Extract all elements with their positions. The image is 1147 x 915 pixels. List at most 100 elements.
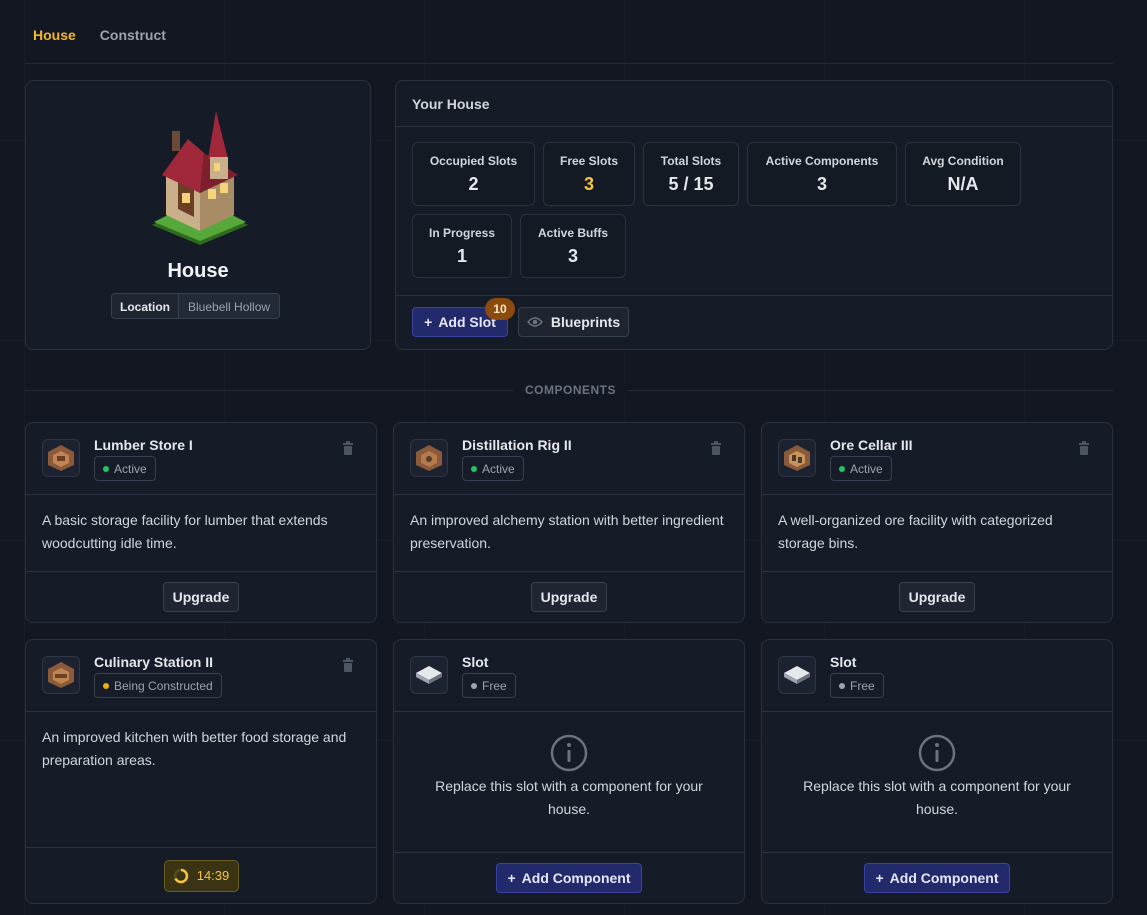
status-dot-icon	[839, 682, 845, 689]
status-dot-icon	[471, 465, 477, 472]
status-badge: Free	[462, 673, 516, 698]
status-text: Active	[114, 461, 147, 476]
spinner-icon	[173, 868, 188, 883]
upgrade-button[interactable]: Upgrade	[162, 582, 240, 612]
status-badge: Active	[830, 456, 892, 481]
add-component-button[interactable]: + Add Component	[864, 863, 1010, 893]
stat-label: Avg Condition	[922, 154, 1004, 168]
your-house-panel: Your House Occupied Slots 2 Free Slots 3…	[395, 80, 1113, 350]
tabs-divider	[25, 63, 1113, 64]
card-footer: + Add Component	[762, 852, 1112, 903]
trash-icon[interactable]	[342, 658, 354, 672]
plus-icon: +	[424, 314, 433, 330]
status-text: Active	[850, 461, 883, 476]
stat-label: Active Components	[765, 154, 879, 168]
component-thumbnail	[42, 656, 80, 694]
room-icon	[48, 445, 74, 471]
tab-construct[interactable]: Construct	[100, 27, 166, 43]
info-icon	[550, 734, 588, 772]
status-badge: Free	[830, 673, 884, 698]
plus-icon: +	[507, 870, 516, 886]
trash-icon[interactable]	[342, 441, 354, 455]
blueprints-button[interactable]: Blueprints	[518, 307, 629, 337]
stat-label: In Progress	[428, 226, 496, 240]
empty-slot-icon	[416, 666, 442, 684]
tab-house[interactable]: House	[33, 27, 76, 43]
component-card: Lumber Store I Active A basic storage fa…	[25, 422, 377, 623]
component-description: A basic storage facility for lumber that…	[42, 512, 328, 551]
house-illustration	[152, 111, 248, 245]
slot-title: Slot	[462, 654, 489, 670]
card-footer: Upgrade	[762, 571, 1112, 622]
slot-thumbnail	[778, 656, 816, 694]
card-header: Lumber Store I Active	[26, 423, 376, 495]
card-footer: Upgrade	[394, 571, 744, 622]
room-icon	[784, 445, 810, 471]
card-footer: + Add Component	[394, 852, 744, 903]
status-dot-icon	[839, 465, 845, 472]
component-title: Distillation Rig II	[462, 437, 572, 453]
card-header: Slot Free	[394, 640, 744, 712]
component-card: Distillation Rig II Active An improved a…	[393, 422, 745, 623]
stat-label: Total Slots	[660, 154, 722, 168]
status-text: Active	[482, 461, 515, 476]
panel-divider	[396, 295, 1112, 296]
component-title: Ore Cellar III	[830, 437, 913, 453]
slot-description: Replace this slot with a component for y…	[435, 778, 703, 817]
stat-free-slots: Free Slots 3	[543, 142, 635, 206]
stat-value: 3	[583, 174, 594, 194]
status-badge: Active	[462, 456, 524, 481]
add-component-label: Add Component	[889, 870, 999, 886]
component-description: An improved kitchen with better food sto…	[42, 729, 347, 768]
stat-active-components: Active Components 3	[747, 142, 897, 206]
upgrade-button[interactable]: Upgrade	[530, 582, 608, 612]
component-thumbnail	[410, 439, 448, 477]
stat-label: Free Slots	[559, 154, 619, 168]
status-dot-icon	[103, 682, 109, 689]
card-header: Distillation Rig II Active	[394, 423, 744, 495]
blueprints-label: Blueprints	[550, 314, 621, 330]
trash-icon[interactable]	[710, 441, 722, 455]
stat-value: N/A	[947, 174, 979, 194]
slot-card: Slot Free Replace this slot with a compo…	[393, 639, 745, 904]
panel-divider	[396, 126, 1112, 127]
add-component-label: Add Component	[521, 870, 631, 886]
status-badge: Active	[94, 456, 156, 481]
card-header: Ore Cellar III Active	[762, 423, 1112, 495]
location-label: Location	[112, 294, 179, 318]
status-text: Free	[850, 678, 875, 693]
component-title: Culinary Station II	[94, 654, 214, 670]
stat-avg-condition: Avg Condition N/A	[905, 142, 1021, 206]
component-card: Culinary Station II Being Constructed An…	[25, 639, 377, 904]
trash-icon[interactable]	[1078, 441, 1090, 455]
component-title: Lumber Store I	[94, 437, 193, 453]
status-text: Being Constructed	[114, 678, 213, 693]
location-value: Bluebell Hollow	[179, 294, 280, 318]
status-dot-icon	[103, 465, 109, 472]
stat-value: 1	[456, 246, 467, 266]
add-component-button[interactable]: + Add Component	[496, 863, 642, 893]
empty-slot-icon	[784, 666, 810, 684]
plus-icon: +	[875, 870, 884, 886]
stat-active-buffs: Active Buffs 3	[520, 214, 626, 278]
stat-value: 3	[567, 246, 578, 266]
card-footer: 14:39	[26, 847, 376, 903]
location-tag: Location Bluebell Hollow	[111, 293, 281, 319]
component-thumbnail	[778, 439, 816, 477]
eye-icon	[526, 317, 543, 327]
component-thumbnail	[42, 439, 80, 477]
stat-occupied-slots: Occupied Slots 2	[412, 142, 535, 206]
stat-label: Occupied Slots	[429, 154, 518, 168]
upgrade-button[interactable]: Upgrade	[898, 582, 976, 612]
stat-value: 5 / 15	[668, 174, 714, 194]
stat-total-slots: Total Slots 5 / 15	[643, 142, 739, 206]
slot-title: Slot	[830, 654, 857, 670]
slot-card: Slot Free Replace this slot with a compo…	[761, 639, 1113, 904]
top-tabs: House Construct	[33, 27, 166, 43]
stat-label: Active Buffs	[537, 226, 608, 240]
status-dot-icon	[471, 682, 477, 689]
stat-in-progress: In Progress 1	[412, 214, 512, 278]
status-badge: Being Constructed	[94, 673, 222, 698]
component-card: Ore Cellar III Active A well-organized o…	[761, 422, 1113, 623]
status-text: Free	[482, 678, 507, 693]
